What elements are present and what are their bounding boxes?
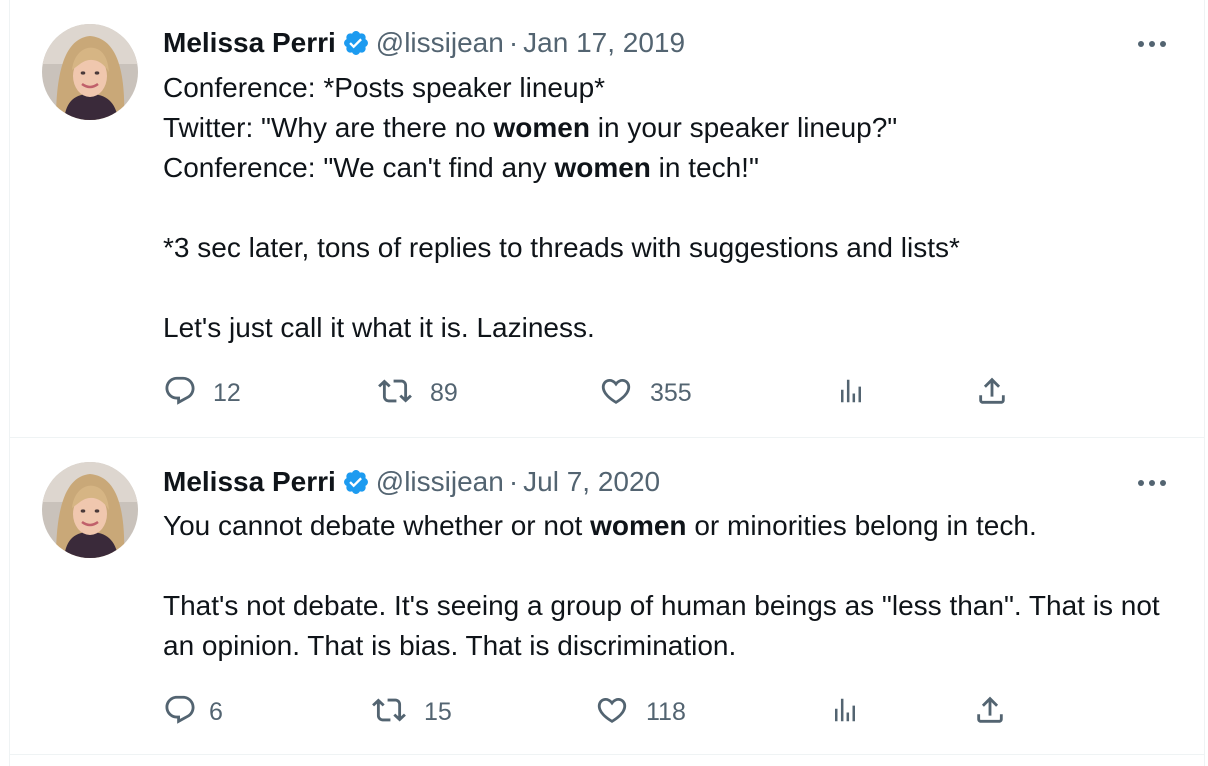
more-icon[interactable] bbox=[1134, 465, 1170, 501]
reply-count: 6 bbox=[209, 697, 223, 726]
views-icon bbox=[836, 376, 866, 411]
tweet-line: Conference: *Posts speaker lineup* bbox=[163, 68, 1173, 108]
text-segment: in tech!" bbox=[650, 152, 759, 183]
text-segment: in your speaker lineup?" bbox=[589, 112, 898, 143]
text-segment: That's not debate. It's seeing a group o… bbox=[163, 590, 1168, 661]
reply-count: 12 bbox=[213, 378, 241, 407]
text-segment: You cannot debate whether or not bbox=[163, 510, 591, 541]
retweet-count: 89 bbox=[430, 378, 458, 407]
tweet-actions: 12 89 355 bbox=[0, 373, 1208, 413]
more-icon[interactable] bbox=[1134, 26, 1170, 62]
like-icon bbox=[598, 374, 634, 413]
like-button[interactable]: 118 bbox=[594, 692, 686, 732]
share-icon bbox=[973, 693, 1007, 732]
reply-button[interactable]: 12 bbox=[163, 373, 241, 413]
text-segment: Twitter: "Why are there no bbox=[163, 112, 494, 143]
author-name[interactable]: Melissa Perri bbox=[163, 27, 336, 59]
text-segment: Conference: "We can't find any bbox=[163, 152, 555, 183]
tweet-line: Let's just call it what it is. Laziness. bbox=[163, 308, 1173, 348]
like-button[interactable]: 355 bbox=[598, 373, 692, 413]
retweet-button[interactable]: 15 bbox=[370, 692, 452, 732]
text-segment: *3 sec later, tons of replies to threads… bbox=[163, 232, 960, 263]
share-button[interactable] bbox=[975, 373, 1009, 413]
tweet-text: Conference: *Posts speaker lineup* Twitt… bbox=[163, 68, 1173, 348]
tweet-actions: 6 15 118 bbox=[0, 692, 1208, 732]
reply-button[interactable]: 6 bbox=[163, 692, 223, 732]
timeline: Melissa Perri @lissijean · Jan 17, 2019 … bbox=[0, 0, 1208, 766]
tweet[interactable]: Melissa Perri @lissijean · Jul 7, 2020 Y… bbox=[0, 438, 1208, 754]
avatar[interactable] bbox=[42, 462, 138, 558]
retweet-icon bbox=[370, 693, 408, 732]
tweet-header: Melissa Perri @lissijean · Jan 17, 2019 bbox=[163, 25, 685, 61]
avatar[interactable] bbox=[42, 24, 138, 120]
author-name[interactable]: Melissa Perri bbox=[163, 466, 336, 498]
separator-dot: · bbox=[508, 27, 519, 58]
views-button[interactable] bbox=[836, 373, 866, 413]
share-button[interactable] bbox=[973, 692, 1007, 732]
views-icon bbox=[830, 695, 860, 730]
separator-dot: · bbox=[508, 466, 519, 497]
reply-icon bbox=[163, 693, 197, 732]
author-handle[interactable]: @lissijean bbox=[376, 27, 504, 59]
tweet-line: That's not debate. It's seeing a group o… bbox=[163, 586, 1173, 666]
verified-badge-icon[interactable] bbox=[342, 468, 370, 496]
text-segment: Let's just call it what it is. Laziness. bbox=[163, 312, 595, 343]
tweet-line: You cannot debate whether or not women o… bbox=[163, 506, 1173, 546]
like-count: 355 bbox=[650, 378, 692, 407]
tweet[interactable]: Melissa Perri @lissijean · Jan 17, 2019 … bbox=[0, 0, 1208, 437]
retweet-icon bbox=[376, 374, 414, 413]
text-segment: Conference: *Posts speaker lineup* bbox=[163, 72, 606, 103]
tweet-date[interactable]: Jan 17, 2019 bbox=[523, 27, 685, 59]
highlighted-keyword: women bbox=[554, 152, 651, 183]
retweet-count: 15 bbox=[424, 697, 452, 726]
verified-badge-icon[interactable] bbox=[342, 29, 370, 57]
highlighted-keyword: women bbox=[493, 112, 590, 143]
tweet-date[interactable]: Jul 7, 2020 bbox=[523, 466, 660, 498]
tweet-header: Melissa Perri @lissijean · Jul 7, 2020 bbox=[163, 464, 660, 500]
highlighted-keyword: women bbox=[590, 510, 687, 541]
share-icon bbox=[975, 374, 1009, 413]
author-handle[interactable]: @lissijean bbox=[376, 466, 504, 498]
like-count: 118 bbox=[646, 697, 686, 726]
tweet-text: You cannot debate whether or not women o… bbox=[163, 506, 1173, 666]
views-button[interactable] bbox=[830, 692, 860, 732]
tweet-line: Conference: "We can't find any women in … bbox=[163, 148, 1173, 188]
reply-icon bbox=[163, 374, 197, 413]
tweet-divider bbox=[9, 754, 1205, 755]
like-icon bbox=[594, 693, 630, 732]
tweet-line: Twitter: "Why are there no women in your… bbox=[163, 108, 1173, 148]
text-segment: or minorities belong in tech. bbox=[686, 510, 1037, 541]
retweet-button[interactable]: 89 bbox=[376, 373, 458, 413]
tweet-line: *3 sec later, tons of replies to threads… bbox=[163, 228, 1173, 268]
